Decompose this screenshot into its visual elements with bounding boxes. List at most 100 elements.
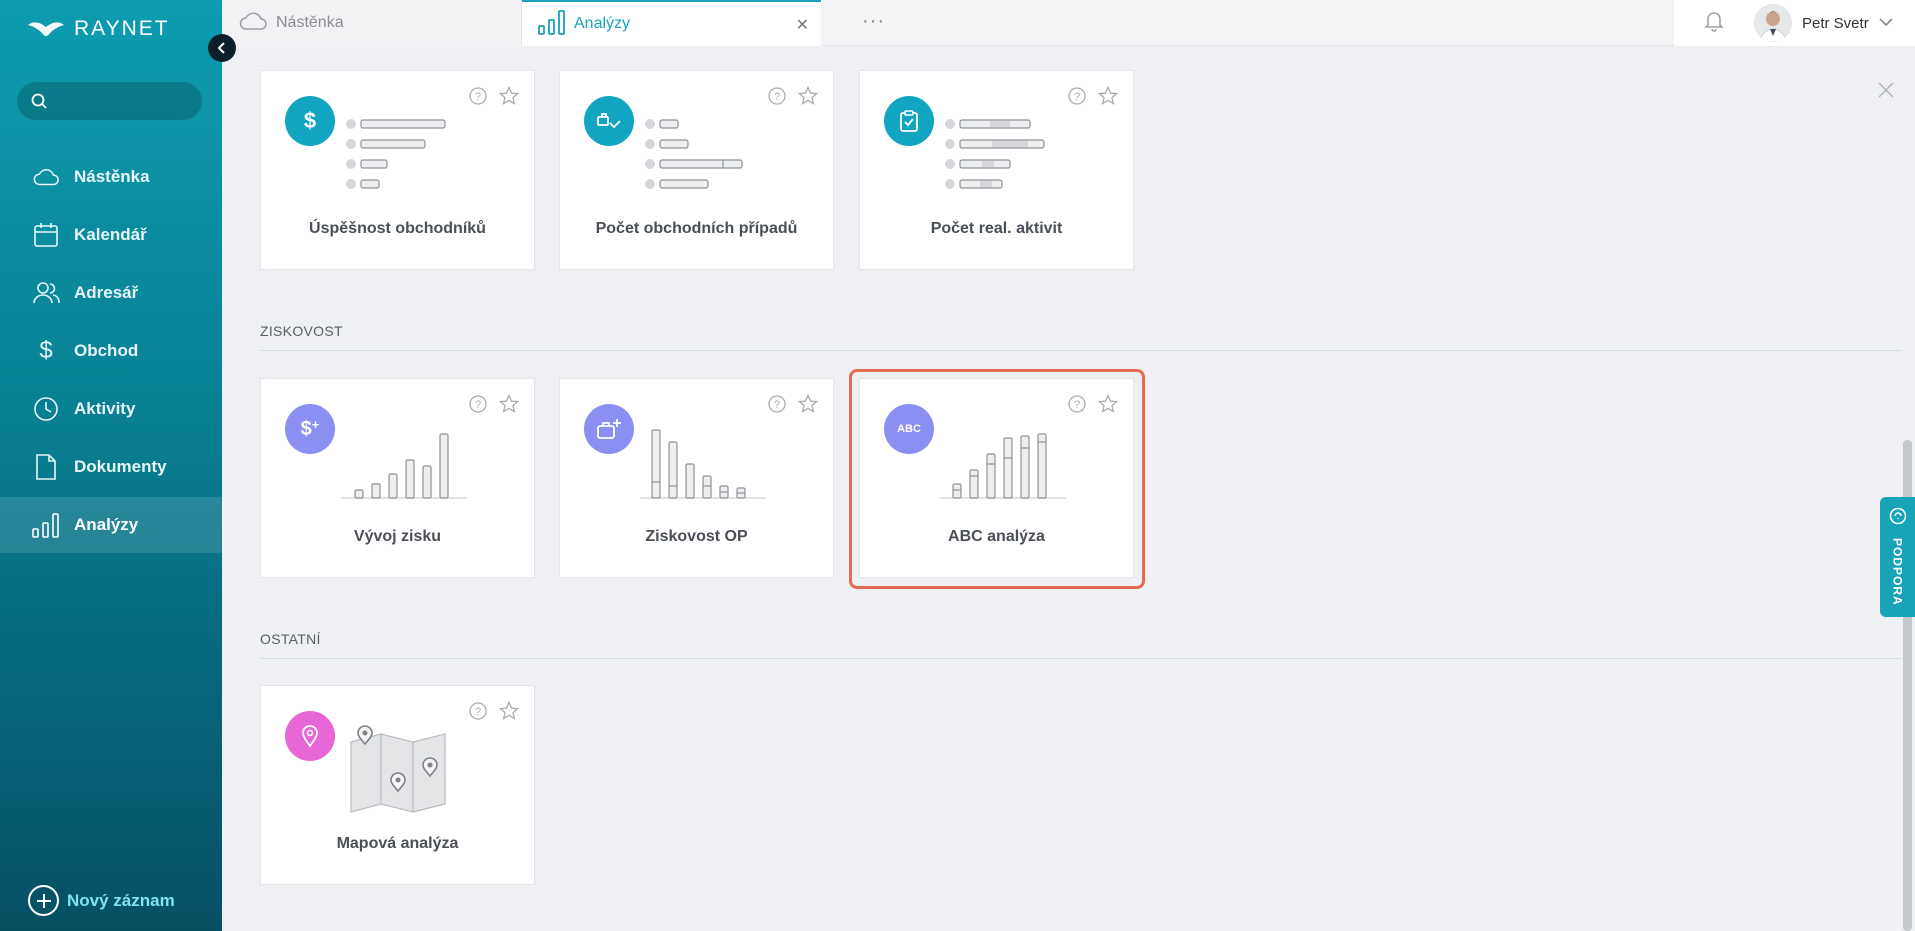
bar-chart-icon xyxy=(538,9,566,40)
tab-nastenka[interactable]: Nástěnka xyxy=(222,0,522,46)
calendar-icon xyxy=(32,221,60,249)
bell-icon[interactable] xyxy=(1704,10,1724,37)
svg-text:?: ? xyxy=(774,91,780,103)
sidebar-item-dokumenty[interactable]: Dokumenty xyxy=(0,439,222,495)
help-icon[interactable]: ? xyxy=(469,702,487,725)
bar-chart-icon xyxy=(32,511,60,539)
collapse-sidebar-button[interactable] xyxy=(208,34,236,62)
handshake-icon xyxy=(584,96,634,146)
logo[interactable]: RAYNET xyxy=(26,14,170,44)
card-uspesnost-obchodniku[interactable]: $ ? Úspěšnost obchodníků xyxy=(260,70,535,270)
sidebar-item-kalendar[interactable]: Kalendář xyxy=(0,207,222,263)
card-label: ABC analýza xyxy=(948,528,1045,545)
user-area: Petr Svetr xyxy=(1674,0,1915,46)
sidebar-item-label: Analýzy xyxy=(74,515,139,534)
briefcase-plus-icon xyxy=(584,404,634,454)
section-divider xyxy=(260,658,1902,659)
star-icon[interactable] xyxy=(1097,393,1119,419)
search-icon xyxy=(31,93,47,109)
bar-chart-illustration xyxy=(341,433,467,499)
plus-circle-icon xyxy=(28,885,59,916)
close-icon[interactable] xyxy=(1878,82,1894,103)
cloud-icon xyxy=(238,10,268,37)
abc-icon: ABC xyxy=(884,404,934,454)
card-label: Ziskovost OP xyxy=(645,528,748,545)
new-record-button[interactable]: Nový záznam xyxy=(28,885,175,916)
sidebar-item-obchod[interactable]: $ Obchod xyxy=(0,323,222,379)
sidebar-item-aktivity[interactable]: Aktivity xyxy=(0,381,222,437)
star-icon[interactable] xyxy=(797,393,819,419)
sidebar-item-nastenka[interactable]: Nástěnka xyxy=(0,149,222,205)
card-label: Počet real. aktivit xyxy=(930,220,1063,237)
raynet-logo-icon xyxy=(28,22,64,36)
sidebar-item-analyzy[interactable]: Analýzy xyxy=(0,497,222,553)
star-icon[interactable] xyxy=(498,700,520,726)
star-icon[interactable] xyxy=(498,393,520,419)
logo-text: RAYNET xyxy=(74,17,170,40)
svg-text:?: ? xyxy=(475,706,481,718)
user-menu[interactable]: Petr Svetr xyxy=(1754,4,1893,42)
svg-text:?: ? xyxy=(475,91,481,103)
sidebar: RAYNET Nástěnka Kalendář Adresář $ Obcho… xyxy=(0,0,222,931)
map-pin-icon xyxy=(285,711,335,761)
help-icon[interactable]: ? xyxy=(469,395,487,418)
search-input[interactable] xyxy=(55,93,195,109)
star-icon[interactable] xyxy=(498,85,520,111)
contacts-icon xyxy=(32,279,60,307)
list-chart-illustration xyxy=(945,119,1045,189)
sidebar-item-label: Obchod xyxy=(74,341,139,360)
star-icon[interactable] xyxy=(1097,85,1119,111)
search-field[interactable] xyxy=(17,82,202,120)
tab-label: Analýzy xyxy=(574,15,631,32)
user-name: Petr Svetr xyxy=(1802,14,1869,32)
card-ziskovost-op[interactable]: ? Ziskovost OP xyxy=(559,378,834,578)
help-icon[interactable]: ? xyxy=(1068,87,1086,110)
section-title-ostatni: OSTATNÍ xyxy=(260,631,321,647)
avatar xyxy=(1754,4,1792,42)
list-chart-illustration xyxy=(645,119,743,189)
clock-icon xyxy=(32,395,60,423)
dollar-icon: $ xyxy=(285,96,335,146)
tab-label: Nástěnka xyxy=(276,14,344,31)
svg-text:?: ? xyxy=(774,399,780,411)
bar-chart-illustration xyxy=(940,433,1066,499)
card-label: Úspěšnost obchodníků xyxy=(309,220,486,237)
map-illustration xyxy=(350,725,446,813)
close-tab-icon[interactable]: ✕ xyxy=(796,15,809,35)
support-tab[interactable]: PODPORA xyxy=(1880,497,1915,617)
list-chart-illustration xyxy=(346,119,446,189)
chevron-left-icon xyxy=(217,42,225,54)
card-vyvoj-zisku[interactable]: $ + ? Vývoj zisku xyxy=(260,378,535,578)
help-icon[interactable]: ? xyxy=(768,87,786,110)
bar-chart-illustration xyxy=(640,429,766,499)
card-abc-analyza[interactable]: ABC ? ABC analýza xyxy=(859,378,1134,578)
sidebar-item-label: Aktivity xyxy=(74,399,136,418)
card-label: Vývoj zisku xyxy=(353,528,442,545)
star-icon[interactable] xyxy=(797,85,819,111)
svg-text:?: ? xyxy=(1074,91,1080,103)
dollar-icon: $ xyxy=(39,337,53,364)
top-bar: Nástěnka Analýzy ✕ ··· Petr Svetr xyxy=(222,0,1915,46)
tab-analyzy[interactable]: Analýzy ✕ xyxy=(522,0,821,46)
clipboard-check-icon xyxy=(884,96,934,146)
card-pocet-real-aktivit[interactable]: ? Počet real. aktivit xyxy=(859,70,1134,270)
new-record-label: Nový záznam xyxy=(67,890,175,910)
dollar-plus-icon: $ + xyxy=(285,404,335,454)
help-icon[interactable]: ? xyxy=(469,87,487,110)
section-divider xyxy=(260,350,1902,351)
cloud-icon xyxy=(32,163,60,191)
card-pocet-obchodnich-pripadu[interactable]: ? Počet obchodních případů xyxy=(559,70,834,270)
svg-text:?: ? xyxy=(1074,399,1080,411)
help-icon[interactable]: ? xyxy=(768,395,786,418)
sidebar-item-label: Nástěnka xyxy=(74,167,150,186)
sidebar-item-adresar[interactable]: Adresář xyxy=(0,265,222,321)
more-tabs-button[interactable]: ··· xyxy=(862,10,885,33)
card-label: Počet obchodních případů xyxy=(595,220,798,237)
card-label: Mapová analýza xyxy=(336,835,459,852)
card-mapova-analyza[interactable]: ? Mapová analýza xyxy=(260,685,535,885)
help-icon[interactable]: ? xyxy=(1068,395,1086,418)
sidebar-nav: Nástěnka Kalendář Adresář $ Obchod Aktiv… xyxy=(0,149,222,555)
sidebar-item-label: Dokumenty xyxy=(74,457,167,476)
support-icon xyxy=(1889,507,1907,530)
sidebar-item-label: Kalendář xyxy=(74,225,147,244)
